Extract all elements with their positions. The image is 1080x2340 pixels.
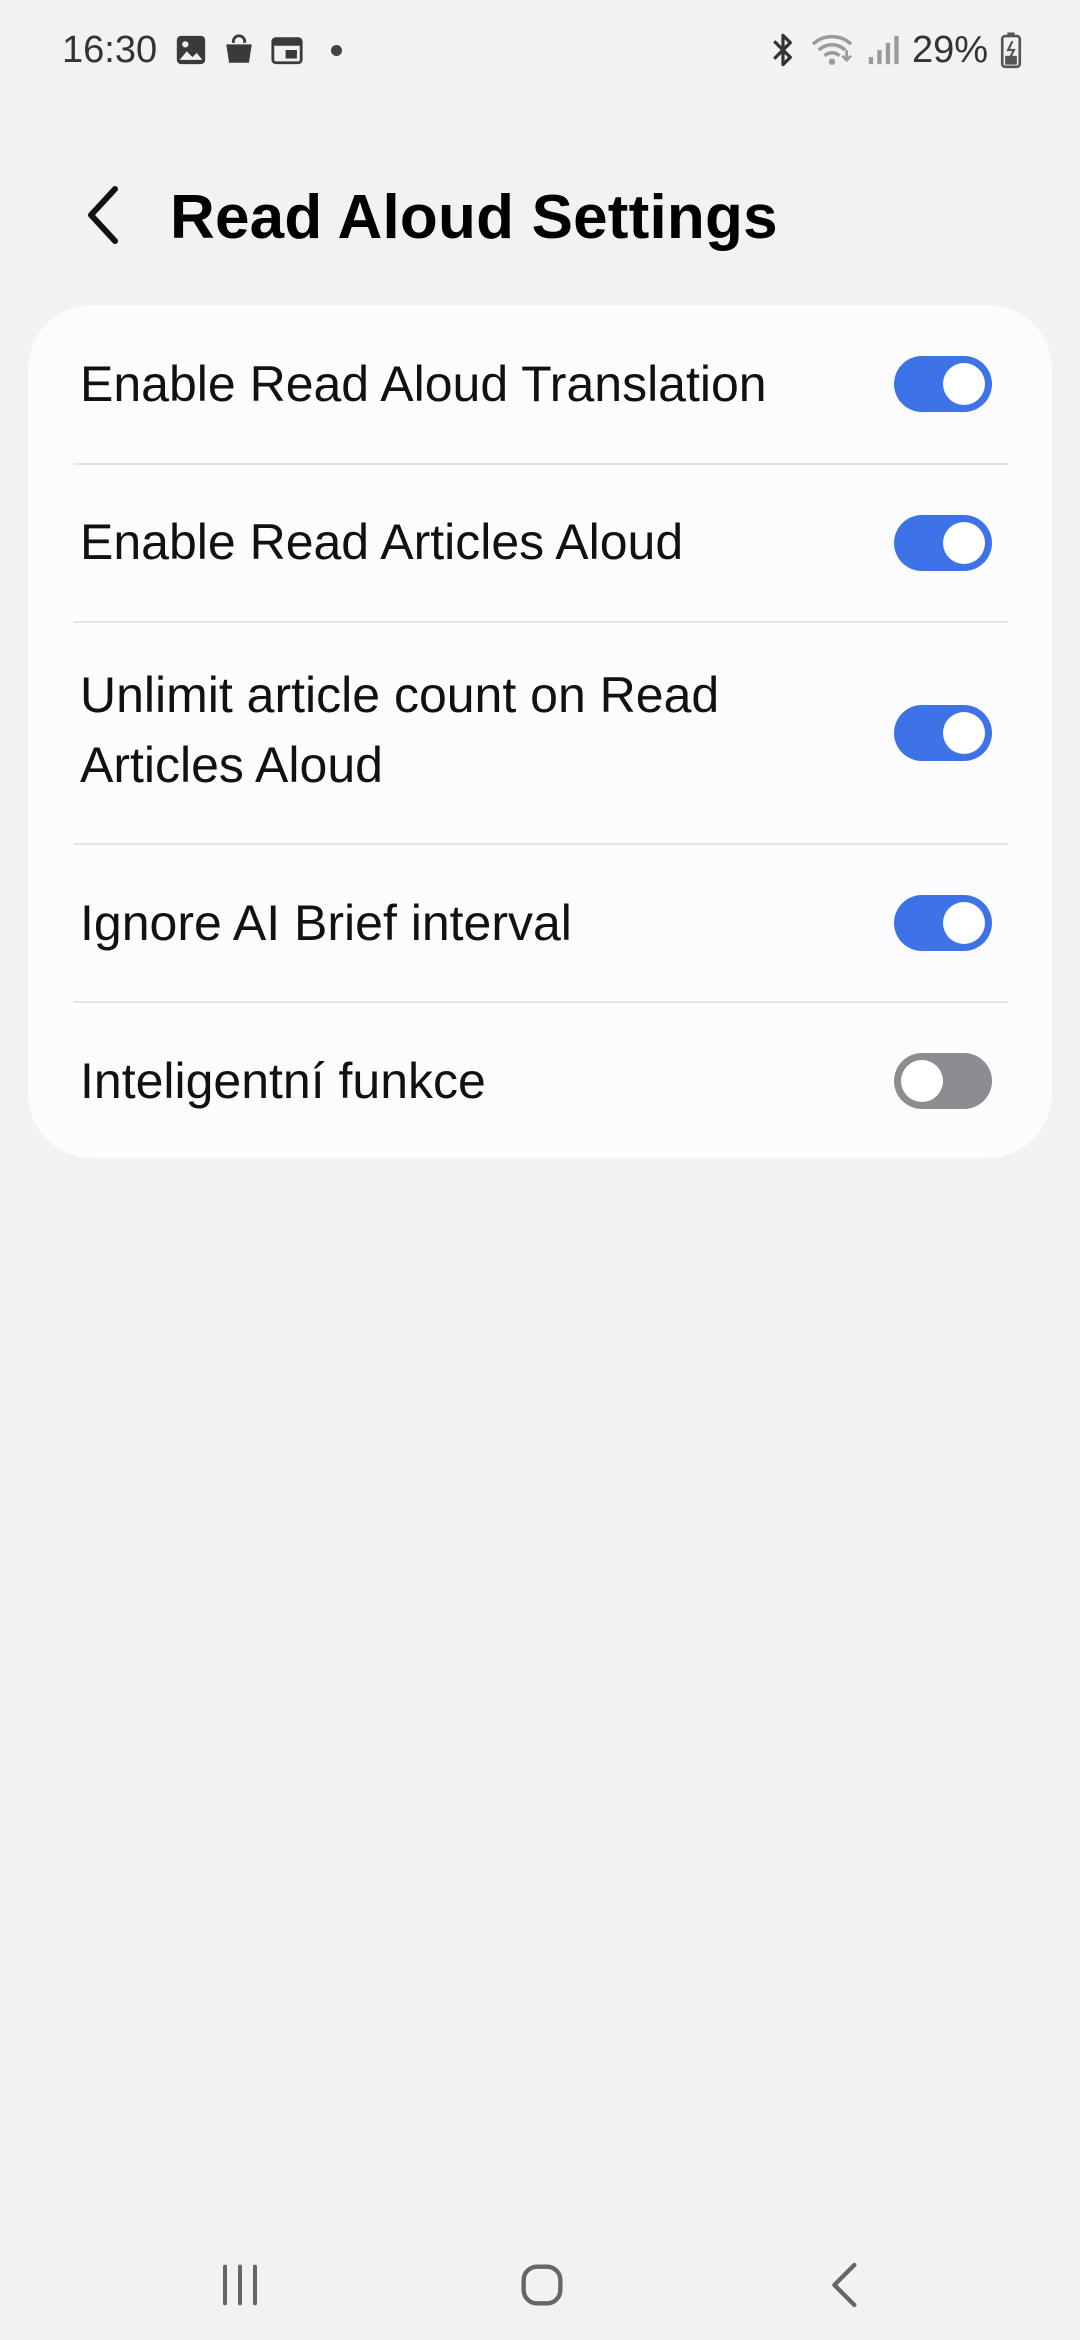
toggle-switch[interactable] bbox=[894, 1053, 992, 1109]
back-nav-button[interactable] bbox=[801, 2240, 891, 2330]
toggle-switch[interactable] bbox=[894, 895, 992, 951]
toggle-switch[interactable] bbox=[894, 356, 992, 412]
setting-row-inteligentni-funkce[interactable]: Inteligentní funkce bbox=[28, 1003, 1052, 1158]
shopping-bag-icon bbox=[221, 32, 257, 68]
setting-label: Ignore AI Brief interval bbox=[80, 895, 572, 951]
setting-label: Enable Read Articles Aloud bbox=[80, 514, 684, 570]
recent-apps-icon bbox=[223, 2264, 257, 2306]
home-icon bbox=[521, 2264, 563, 2306]
settings-card: Enable Read Aloud Translation Enable Rea… bbox=[28, 305, 1052, 1158]
back-button[interactable] bbox=[70, 182, 136, 248]
gallery-icon bbox=[173, 32, 209, 68]
toggle-knob bbox=[943, 712, 985, 754]
calendar-icon bbox=[269, 32, 305, 68]
back-icon bbox=[832, 2262, 857, 2308]
screen: 16:30 29% Read Aloud Settings Enable Rea… bbox=[0, 0, 1080, 2340]
setting-row-read-aloud-translation[interactable]: Enable Read Aloud Translation bbox=[28, 305, 1052, 463]
setting-row-ignore-ai-brief-interval[interactable]: Ignore AI Brief interval bbox=[28, 845, 1052, 1001]
wifi-icon bbox=[810, 31, 854, 69]
notification-dot-icon bbox=[331, 44, 343, 56]
toggle-knob bbox=[943, 902, 985, 944]
status-right: 29% bbox=[756, 29, 1022, 72]
status-time: 16:30 bbox=[62, 28, 158, 71]
page-title: Read Aloud Settings bbox=[170, 183, 778, 252]
battery-charging-icon bbox=[1000, 31, 1022, 69]
toggle-switch[interactable] bbox=[894, 515, 992, 571]
setting-row-read-articles-aloud[interactable]: Enable Read Articles Aloud bbox=[28, 465, 1052, 621]
toggle-knob bbox=[943, 522, 985, 564]
setting-label: Unlimit article count on Read Articles A… bbox=[80, 667, 720, 793]
status-bar: 16:30 29% bbox=[0, 0, 1080, 100]
setting-label: Enable Read Aloud Translation bbox=[80, 356, 767, 412]
setting-row-unlimit-article-count[interactable]: Unlimit article count on Read Articles A… bbox=[28, 623, 1052, 843]
setting-label: Inteligentní funkce bbox=[80, 1053, 486, 1109]
signal-icon bbox=[866, 31, 900, 69]
battery-percent: 29% bbox=[911, 28, 988, 71]
navigation-bar bbox=[0, 2220, 1080, 2340]
home-button[interactable] bbox=[497, 2240, 587, 2330]
app-header: Read Aloud Settings bbox=[0, 160, 1080, 270]
toggle-knob bbox=[901, 1060, 943, 1102]
toggle-switch[interactable] bbox=[894, 705, 992, 761]
recent-apps-button[interactable] bbox=[195, 2240, 285, 2330]
toggle-knob bbox=[943, 363, 985, 405]
chevron-left-icon bbox=[88, 186, 118, 244]
bluetooth-icon bbox=[768, 31, 798, 69]
status-left: 16:30 bbox=[62, 28, 343, 72]
